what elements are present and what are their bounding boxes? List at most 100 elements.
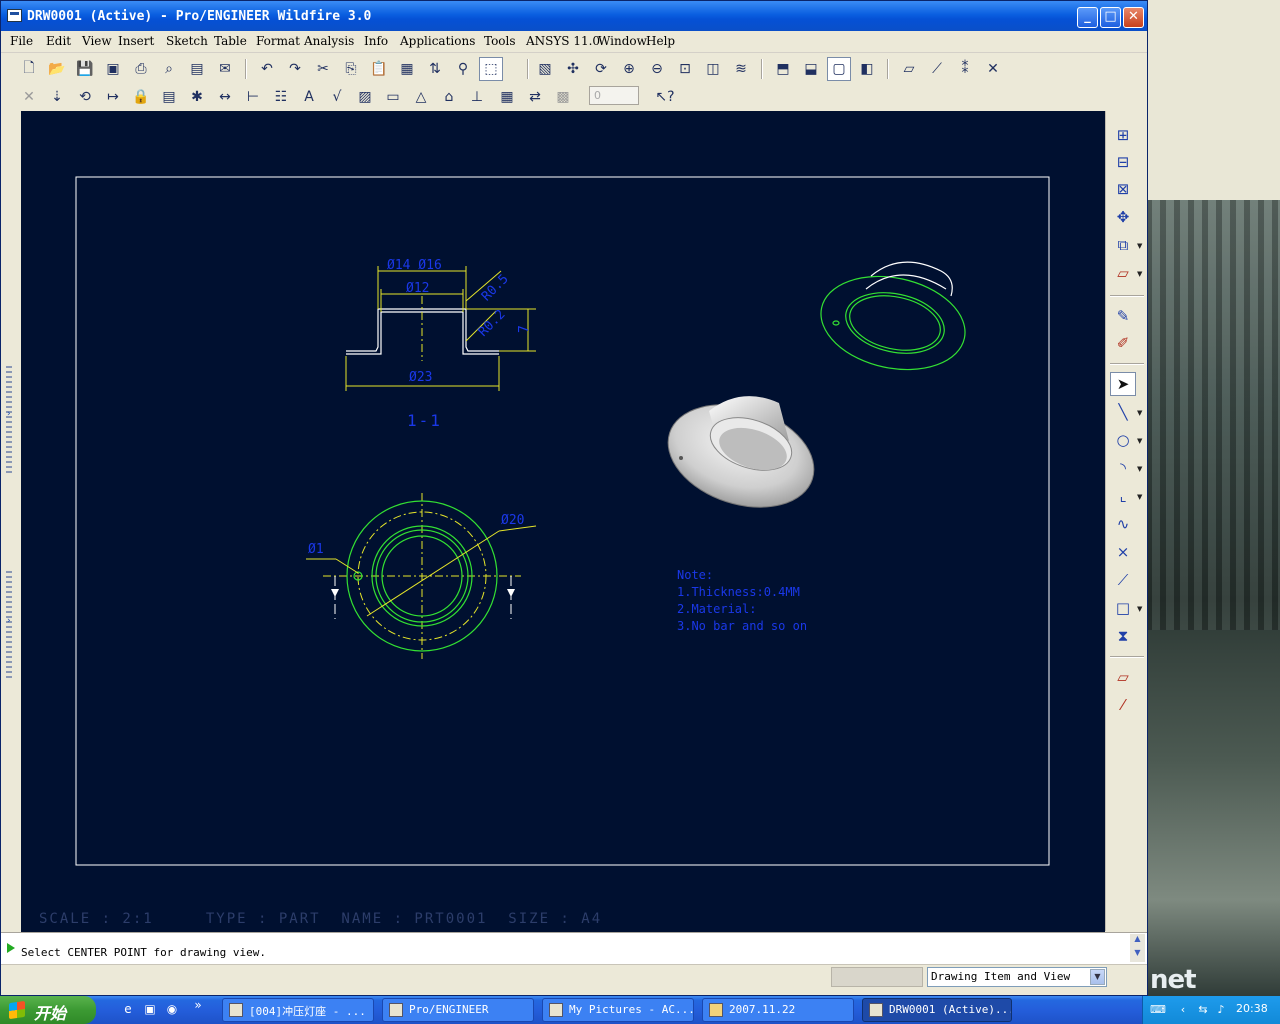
lock-icon[interactable]: 🔒 xyxy=(129,85,153,109)
dropdown-arrow-icon[interactable]: ▼ xyxy=(1137,409,1142,417)
no-hidden-icon[interactable]: ▢ xyxy=(827,57,851,81)
create-view-icon[interactable]: ⊞ xyxy=(1110,123,1136,147)
save-copy-icon[interactable]: ▣ xyxy=(101,57,125,81)
dropdown-arrow-icon[interactable]: ▼ xyxy=(1137,493,1142,501)
shaded-part-view[interactable] xyxy=(655,387,827,525)
redo-icon[interactable]: ↷ xyxy=(283,57,307,81)
dropdown-arrow-icon[interactable]: ▼ xyxy=(1137,270,1142,278)
isometric-wireframe-view[interactable] xyxy=(812,261,974,382)
repeat-region-icon[interactable]: ▦ xyxy=(495,85,519,109)
menu-table[interactable]: Table xyxy=(214,34,247,48)
projection-view-icon[interactable]: ⊟ xyxy=(1110,150,1136,174)
hidden-line-icon[interactable]: ⬓ xyxy=(799,57,823,81)
orient-icon[interactable]: ⟳ xyxy=(589,57,613,81)
menu-help[interactable]: Help xyxy=(646,34,675,48)
zoom-in-icon[interactable]: ⊕ xyxy=(617,57,641,81)
regenerate-icon[interactable]: ⇅ xyxy=(423,57,447,81)
expand-arrow-icon[interactable]: › xyxy=(7,616,11,626)
save-icon[interactable]: 💾 xyxy=(73,57,97,81)
task-button-pictures[interactable]: My Pictures - AC... xyxy=(542,998,694,1022)
mirror-icon[interactable]: ⧗ xyxy=(1110,624,1136,648)
rectangle-icon[interactable]: □ xyxy=(1110,596,1136,620)
find-icon[interactable]: ⚲ xyxy=(451,57,475,81)
refit-icon[interactable]: ⊡ xyxy=(673,57,697,81)
move-item-icon[interactable]: ✥ xyxy=(1110,205,1136,229)
datum-axis-icon[interactable]: ⁄ xyxy=(1110,693,1136,717)
paste-special-icon[interactable]: ▦ xyxy=(395,57,419,81)
circle-icon[interactable]: ○ xyxy=(1110,428,1136,452)
plane-icon[interactable]: ▱ xyxy=(1110,261,1136,285)
close-button[interactable]: ✕ xyxy=(1123,7,1144,28)
ie-icon[interactable]: e xyxy=(120,1002,136,1018)
dock-grip[interactable] xyxy=(6,571,12,681)
message-scrollbar[interactable]: ▲ ▼ xyxy=(1130,934,1145,962)
maximize-button[interactable]: □ xyxy=(1100,7,1121,28)
undo-icon[interactable]: ↶ xyxy=(255,57,279,81)
coordinate-systems-icon[interactable]: ✕ xyxy=(981,57,1005,81)
selection-filter-dropdown[interactable]: Drawing Item and View ▼ xyxy=(927,967,1107,987)
expand-quicklaunch-icon[interactable]: » xyxy=(190,998,206,1014)
show-annotations-icon[interactable]: ✱ xyxy=(185,85,209,109)
copy-icon[interactable]: ⎘ xyxy=(339,57,363,81)
line-icon[interactable]: ╲ xyxy=(1110,400,1136,424)
dropdown-arrow-icon[interactable]: ▼ xyxy=(1137,465,1142,473)
dim-hole[interactable]: Ø1 xyxy=(308,542,324,557)
menu-window[interactable]: Window xyxy=(598,34,647,48)
expand-arrow-icon[interactable]: › xyxy=(7,409,11,419)
pdf-quicklaunch-icon[interactable]: ▣ xyxy=(142,1002,158,1018)
select-icon[interactable]: ⇣ xyxy=(45,85,69,109)
dock-grip[interactable] xyxy=(6,366,12,476)
menu-applications[interactable]: Applications xyxy=(400,34,475,48)
menu-edit[interactable]: Edit xyxy=(46,34,71,48)
send-icon[interactable]: ✉ xyxy=(213,57,237,81)
dropdown-arrow-icon[interactable]: ▼ xyxy=(1137,605,1142,613)
clock[interactable]: 20:38 xyxy=(1236,1002,1268,1015)
context-help-icon[interactable]: ↖? xyxy=(653,85,677,109)
shading-icon[interactable]: ◧ xyxy=(855,57,879,81)
paste-icon[interactable]: 📋 xyxy=(367,57,391,81)
app-icon[interactable] xyxy=(7,9,22,22)
layers-icon[interactable]: ≋ xyxy=(729,57,753,81)
task-button-proe[interactable]: Pro/ENGINEER xyxy=(382,998,534,1022)
start-button[interactable]: 开始 xyxy=(0,996,96,1024)
drawing-canvas[interactable]: Ø14 Ø16 Ø12 R0.5 R0.2 7 Ø23 Ø1 Ø20 1-1 N… xyxy=(21,111,1105,932)
surface-finish-icon[interactable]: √ xyxy=(325,85,349,109)
detailed-view-icon[interactable]: ⊠ xyxy=(1110,177,1136,201)
layer-display-icon[interactable]: ▩ xyxy=(551,85,575,109)
minimize-button[interactable]: _ xyxy=(1077,7,1098,28)
task-button-folder[interactable]: 2007.11.22 xyxy=(702,998,854,1022)
scroll-down-icon[interactable]: ▼ xyxy=(1130,948,1145,962)
keyboard-icon[interactable]: ⌨ xyxy=(1150,1003,1166,1017)
table-icon[interactable]: ▤ xyxy=(157,85,181,109)
select-arrow-icon[interactable]: ➤ xyxy=(1110,372,1136,396)
volume-icon[interactable]: ♪ xyxy=(1214,1003,1228,1017)
title-bar[interactable]: DRW0001 (Active) - Pro/ENGINEER Wildfire… xyxy=(1,1,1147,31)
note-block[interactable]: Note: 1.Thickness:0.4MM 2.Material: 3.No… xyxy=(677,567,807,635)
dropdown-arrow-icon[interactable]: ▼ xyxy=(1137,437,1142,445)
ordinate-icon[interactable]: ⊢ xyxy=(241,85,265,109)
point-icon[interactable]: × xyxy=(1110,540,1136,564)
spin-input[interactable]: 0 xyxy=(589,86,639,105)
baseline-icon[interactable]: ☷ xyxy=(269,85,293,109)
dim-radius-top[interactable]: R0.5 xyxy=(479,272,512,305)
zoom-out-icon[interactable]: ⊖ xyxy=(645,57,669,81)
saved-views-icon[interactable]: ◫ xyxy=(701,57,725,81)
cut-icon[interactable]: ✂ xyxy=(311,57,335,81)
sheet-icon[interactable]: ⧉ xyxy=(1110,233,1136,257)
spline-icon[interactable]: ∿ xyxy=(1110,512,1136,536)
snapshot-icon[interactable]: ✐ xyxy=(1110,331,1136,355)
network-icon[interactable]: ⇆ xyxy=(1196,1003,1210,1017)
dimension-icon[interactable]: ↔ xyxy=(213,85,237,109)
print-icon[interactable]: ⎙ xyxy=(129,57,153,81)
datum-plane-icon[interactable]: ▱ xyxy=(1110,665,1136,689)
hatch-icon[interactable]: ▨ xyxy=(353,85,377,109)
scroll-up-icon[interactable]: ▲ xyxy=(1130,934,1145,948)
regen-view-icon[interactable]: ⟲ xyxy=(73,85,97,109)
dim-pcd[interactable]: Ø20 xyxy=(501,513,524,528)
fillet-icon[interactable]: ⌞ xyxy=(1110,484,1136,508)
datum-points-icon[interactable]: ⁑ xyxy=(953,57,977,81)
gtol-icon[interactable]: ⊥ xyxy=(465,85,489,109)
move-view-icon[interactable]: ↦ xyxy=(101,85,125,109)
symbol-icon[interactable]: ⌂ xyxy=(437,85,461,109)
menu-tools[interactable]: Tools xyxy=(484,34,516,48)
